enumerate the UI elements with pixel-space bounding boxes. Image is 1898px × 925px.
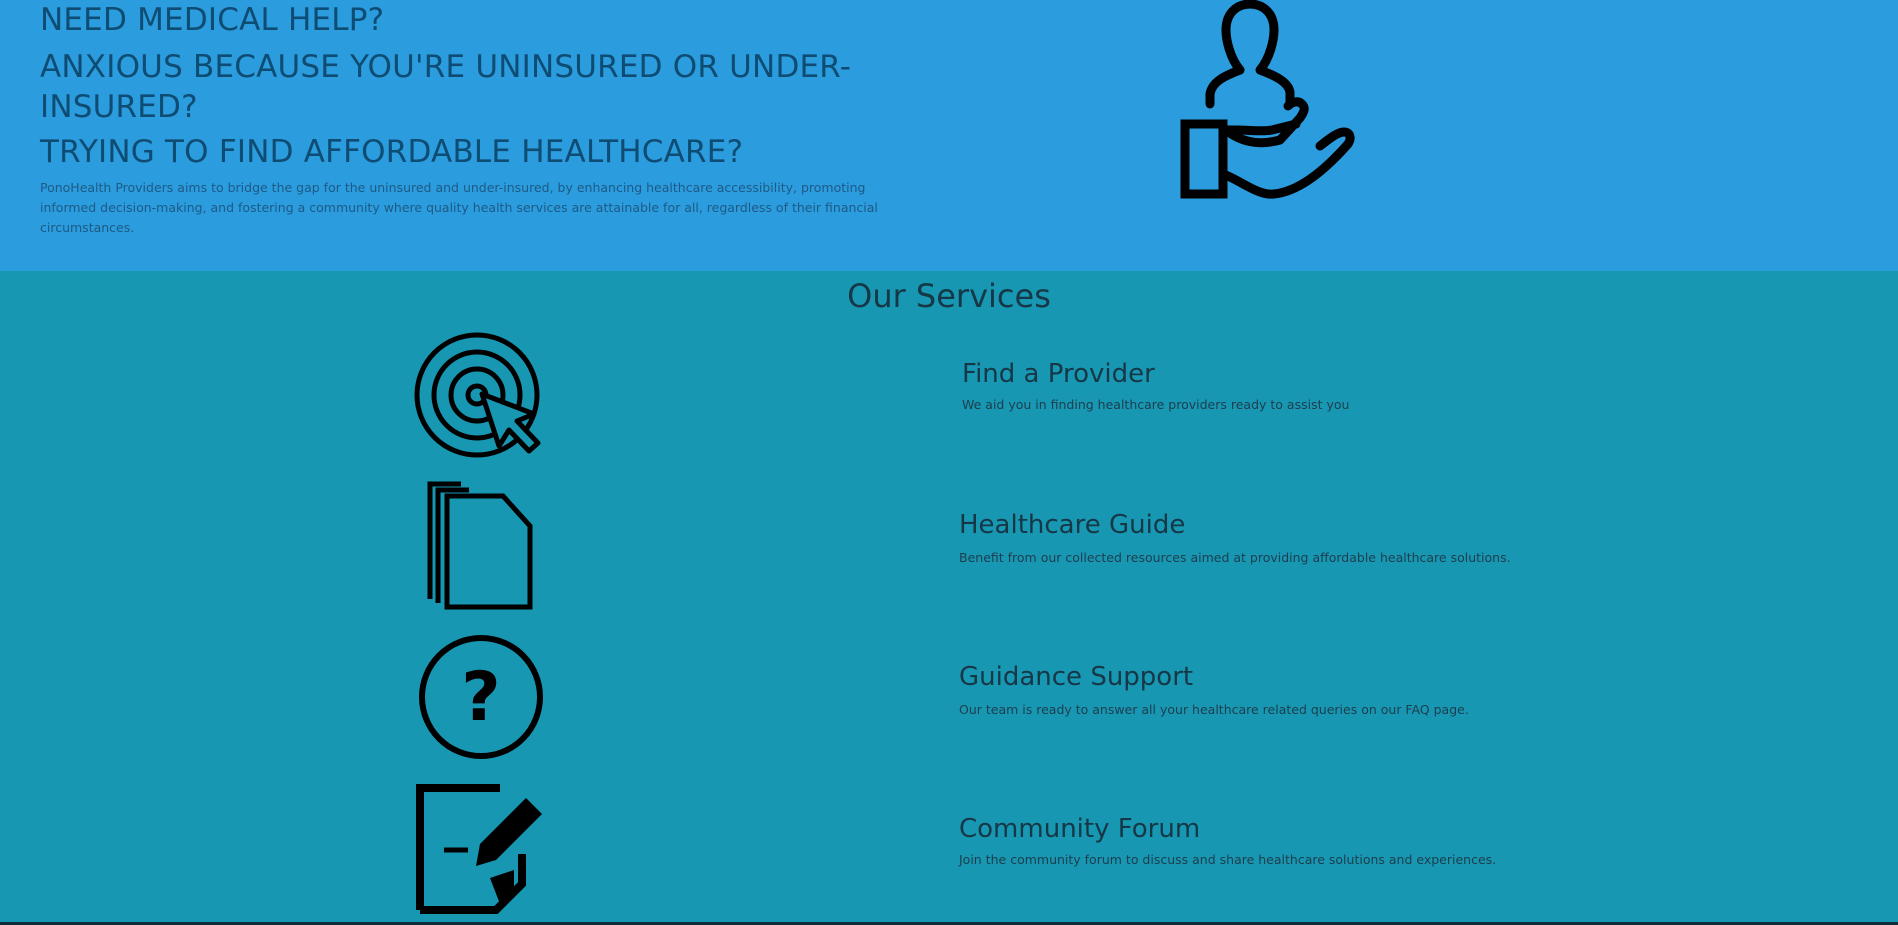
svg-text:?: ? (461, 658, 500, 737)
documents-icon[interactable] (423, 481, 553, 611)
hero-headline-medical-help: NEED MEDICAL HELP? (40, 2, 385, 38)
service-title-guidance-support[interactable]: Guidance Support (959, 661, 1193, 693)
service-title-community-forum[interactable]: Community Forum (959, 813, 1200, 845)
service-desc-guidance-support: Our team is ready to answer all your hea… (959, 702, 1469, 717)
services-section: Our Services Find a Provider We aid you … (0, 271, 1898, 925)
service-desc-find-provider: We aid you in finding healthcare provide… (962, 397, 1350, 412)
target-cursor-icon[interactable] (412, 330, 542, 460)
service-title-find-provider[interactable]: Find a Provider (962, 358, 1155, 390)
question-circle-icon[interactable]: ? (416, 632, 546, 762)
service-desc-community-forum: Join the community forum to discuss and … (959, 852, 1497, 867)
services-title: Our Services (847, 277, 1051, 315)
hero-description: PonoHealth Providers aims to bridge the … (40, 180, 878, 235)
hero-headline-affordable: TRYING TO FIND AFFORDABLE HEALTHCARE? (40, 134, 744, 170)
service-desc-healthcare-guide: Benefit from our collected resources aim… (959, 550, 1511, 565)
hero-section: NEED MEDICAL HELP? ANXIOUS BECAUSE YOU'R… (0, 0, 1898, 271)
note-pen-icon[interactable] (416, 784, 546, 914)
service-title-healthcare-guide[interactable]: Healthcare Guide (959, 509, 1185, 541)
hand-holding-person-icon (1180, 0, 1355, 199)
hero-headline-uninsured: ANXIOUS BECAUSE YOU'RE UNINSURED OR UNDE… (40, 49, 852, 125)
